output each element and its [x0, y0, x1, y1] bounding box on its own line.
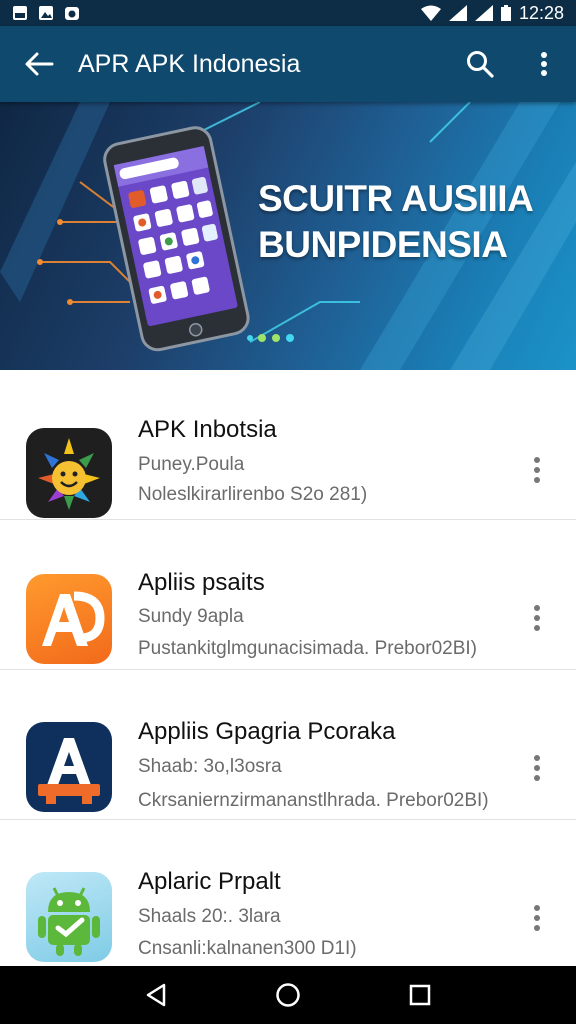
- sun-mascot-icon: [38, 438, 100, 510]
- signal-secondary-icon: [474, 5, 493, 21]
- screen: 12:28 APR APK Indonesia SCUITR AUSIIIA B…: [0, 0, 576, 1024]
- banner-headline-line-1: SCUITR AUSIIIA: [258, 178, 534, 219]
- list-item[interactable]: APK Inbotsia Puney.Poula Noleslkirarlire…: [0, 370, 576, 520]
- app-details: Noleslkirarlirenbo S2o 281): [138, 484, 368, 505]
- nav-home-button[interactable]: [264, 971, 312, 1019]
- more-vert-icon: [534, 457, 540, 483]
- item-more-button[interactable]: [520, 746, 554, 790]
- app-name: Apliis psaits: [138, 569, 265, 596]
- app-bar: APR APK Indonesia: [0, 26, 576, 102]
- image-notification-icon: [13, 6, 27, 20]
- search-icon: [467, 51, 494, 78]
- nav-recents-button[interactable]: [396, 971, 444, 1019]
- item-more-button[interactable]: [520, 448, 554, 492]
- back-arrow-icon: [25, 52, 54, 76]
- app-details: Ckrsaniernzirmananstlhrada. Prebor02BI): [138, 790, 489, 811]
- signal-icon: [448, 5, 467, 21]
- app-name: Appliis Gpagria Pcoraka: [138, 718, 396, 745]
- battery-icon: [500, 5, 511, 21]
- item-more-button[interactable]: [520, 596, 554, 640]
- more-vert-icon: [541, 52, 547, 76]
- app-developer: Shaals 20:. 3lara: [138, 906, 281, 927]
- overflow-menu-button[interactable]: [512, 26, 576, 102]
- status-time: 12:28: [518, 2, 564, 23]
- back-button[interactable]: [0, 26, 78, 102]
- appliis-gpagria-app-icon: [26, 722, 112, 812]
- item-more-button[interactable]: [520, 896, 554, 940]
- status-bar: 12:28: [0, 0, 576, 26]
- camera-notification-icon: [65, 7, 79, 20]
- more-vert-icon: [534, 755, 540, 781]
- banner-headline: SCUITR AUSIIIA BUNPIDENSIA: [258, 176, 534, 268]
- android-robot-icon: [38, 887, 100, 956]
- app-developer: Shaab: 3o,l3osra: [138, 756, 282, 777]
- promo-banner[interactable]: SCUITR AUSIIIA BUNPIDENSIA: [0, 102, 576, 370]
- more-vert-icon: [534, 905, 540, 931]
- app-details: Cnsanli:kalnanen300 D1I): [138, 938, 357, 959]
- apliis-app-icon: [26, 574, 112, 664]
- nav-recents-square-icon: [409, 984, 431, 1006]
- gallery-notification-icon: [39, 6, 53, 20]
- nav-back-triangle-icon: [146, 983, 166, 1007]
- search-button[interactable]: [448, 26, 512, 102]
- wifi-icon: [420, 5, 441, 21]
- app-name: Aplaric Prpalt: [138, 868, 281, 895]
- app-details: Pustankitglmgunacisimada. Prebor02BI): [138, 638, 478, 659]
- letter-a-logo-icon: [42, 591, 105, 646]
- apk-indonesia-app-icon: [26, 428, 112, 518]
- nav-home-circle-icon: [276, 983, 300, 1007]
- app-name: APK Inbotsia: [138, 416, 277, 443]
- list-item[interactable]: Apliis psaits Sundy 9apla Pustankitglmgu…: [0, 520, 576, 670]
- nav-back-button[interactable]: [132, 971, 180, 1019]
- page-title: APR APK Indonesia: [78, 49, 301, 78]
- system-nav-bar: [0, 966, 576, 1024]
- more-vert-icon: [534, 605, 540, 631]
- list-item[interactable]: Aplaric Prpalt Shaals 20:. 3lara Cnsanli…: [0, 820, 576, 966]
- app-developer: Sundy 9apla: [138, 606, 244, 627]
- app-developer: Puney.Poula: [138, 454, 245, 475]
- app-list: APK Inbotsia Puney.Poula Noleslkirarlire…: [0, 370, 576, 966]
- aplaric-app-icon: [26, 872, 112, 962]
- list-item[interactable]: Appliis Gpagria Pcoraka Shaab: 3o,l3osra…: [0, 670, 576, 820]
- banner-headline-line-2: BUNPIDENSIA: [258, 224, 508, 265]
- letter-a-arch-icon: [38, 738, 100, 804]
